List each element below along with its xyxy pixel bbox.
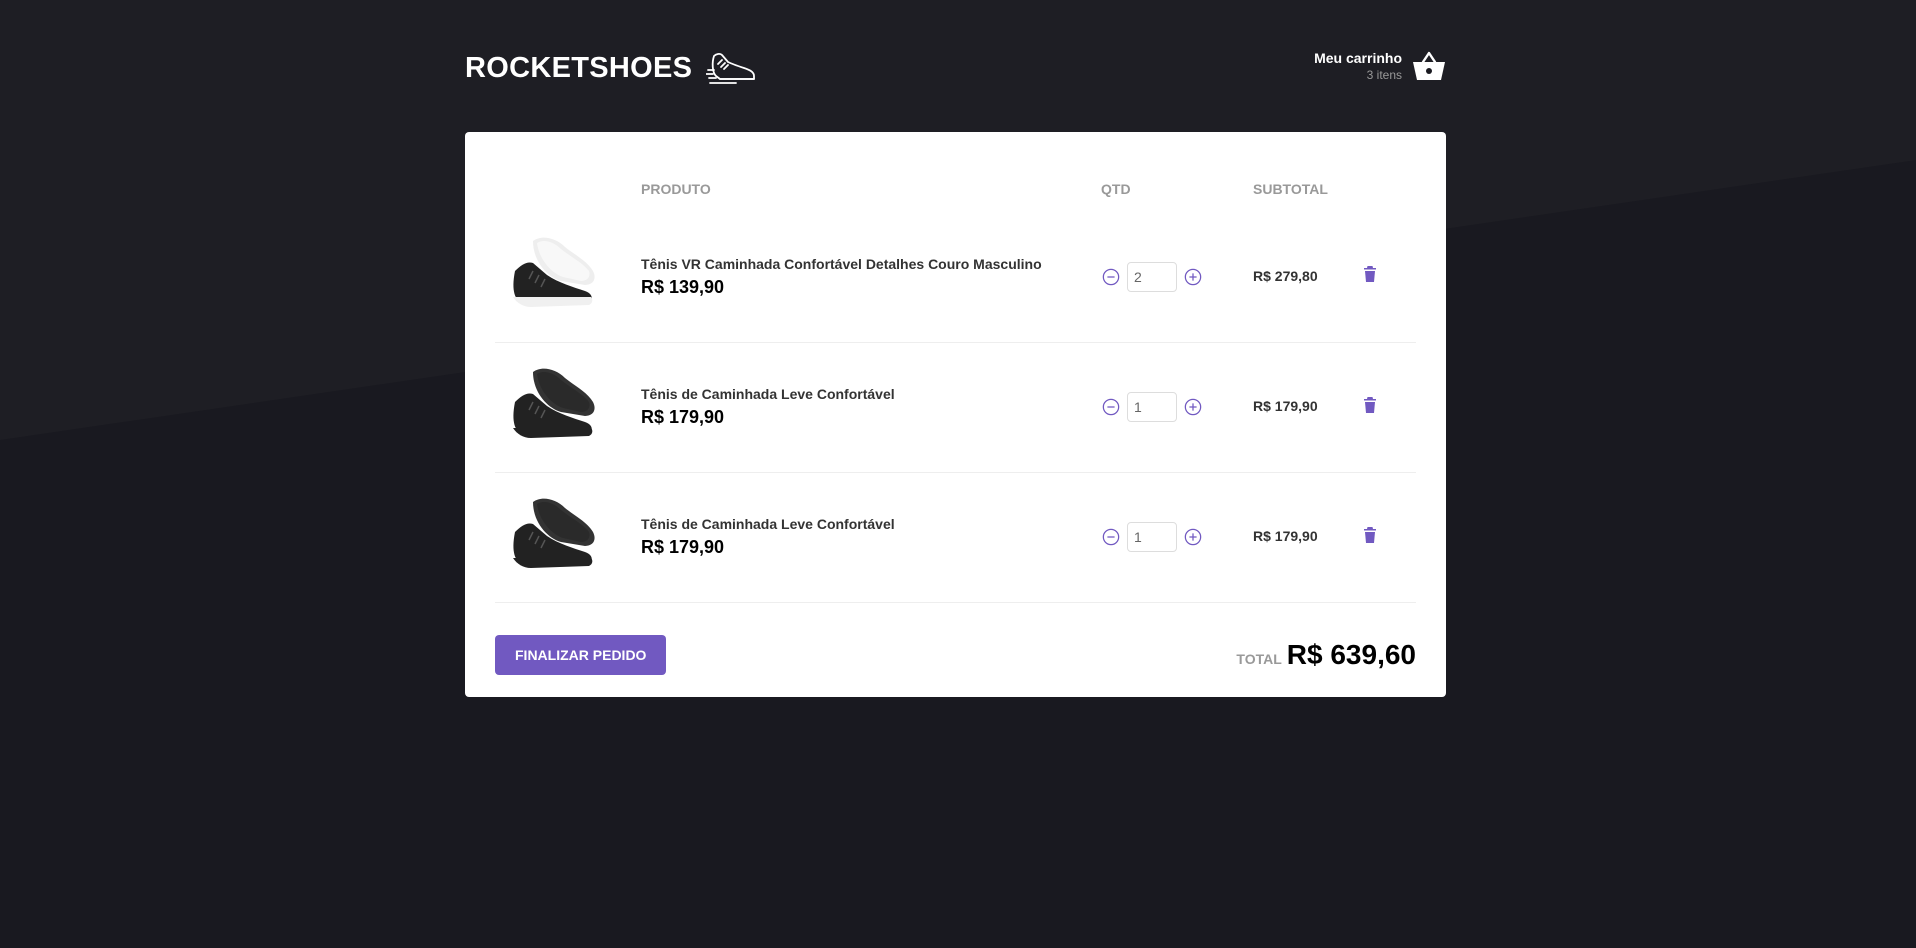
delete-button[interactable] [1363, 526, 1377, 547]
decrement-button[interactable] [1101, 397, 1121, 417]
cart-panel: PRODUTO QTD SUBTOTAL Tênis VR Caminhada … [465, 132, 1446, 697]
product-price: R$ 179,90 [641, 537, 725, 557]
product-image [513, 237, 595, 308]
increment-button[interactable] [1183, 527, 1203, 547]
product-image-cell [495, 472, 629, 603]
shopping-basket-icon [1413, 51, 1445, 80]
trash-icon [1364, 396, 1376, 413]
total-value: R$ 639,60 [1286, 638, 1416, 670]
delete-button[interactable] [1363, 265, 1377, 286]
product-table: PRODUTO QTD SUBTOTAL Tênis VR Caminhada … [495, 162, 1416, 603]
cart-title: Meu carrinho [1314, 50, 1402, 66]
subtotal-cell: R$ 179,90 [1241, 342, 1351, 473]
plus-circle-icon [1184, 268, 1202, 286]
column-header-actions [1351, 162, 1416, 212]
quantity-stepper [1101, 522, 1229, 552]
trash-icon [1364, 526, 1376, 543]
subtotal-cell: R$ 179,90 [1241, 472, 1351, 603]
quantity-input[interactable] [1127, 522, 1177, 552]
decrement-button[interactable] [1101, 267, 1121, 287]
page-container: ROCKETSHOES Meu carrinho 3 itens PRODUTO… [465, 0, 1446, 697]
running-shoe-icon [706, 53, 756, 84]
subtotal-value: R$ 179,90 [1253, 528, 1318, 544]
product-image [513, 498, 595, 568]
product-price: R$ 179,90 [641, 407, 725, 427]
column-header-product: PRODUTO [641, 181, 711, 197]
subtotal-cell: R$ 279,80 [1241, 212, 1351, 343]
quantity-stepper [1101, 392, 1229, 422]
delete-button[interactable] [1363, 396, 1377, 417]
actions-cell [1351, 212, 1416, 343]
table-header-row: PRODUTO QTD SUBTOTAL [495, 162, 1416, 212]
product-image-cell [495, 212, 629, 343]
cart-summary: Meu carrinho 3 itens [1314, 50, 1402, 82]
minus-circle-icon [1102, 398, 1120, 416]
minus-circle-icon [1102, 268, 1120, 286]
table-row: Tênis VR Caminhada Confortável Detalhes … [495, 212, 1416, 343]
column-header-image [495, 162, 629, 212]
product-info-cell: Tênis de Caminhada Leve Confortável R$ 1… [629, 342, 1089, 473]
product-image-cell [495, 342, 629, 473]
product-info-cell: Tênis VR Caminhada Confortável Detalhes … [629, 212, 1089, 343]
plus-circle-icon [1184, 398, 1202, 416]
product-info-cell: Tênis de Caminhada Leve Confortável R$ 1… [629, 472, 1089, 603]
table-row: Tênis de Caminhada Leve Confortável R$ 1… [495, 472, 1416, 603]
column-header-qty: QTD [1101, 181, 1131, 197]
decrement-button[interactable] [1101, 527, 1121, 547]
cart-count: 3 itens [1366, 68, 1402, 82]
logo-text: ROCKETSHOES [465, 51, 693, 84]
quantity-input[interactable] [1127, 261, 1177, 292]
cart-footer: FINALIZAR PEDIDO TOTAL R$ 639,60 [495, 634, 1416, 675]
logo[interactable]: ROCKETSHOES [465, 48, 758, 88]
quantity-stepper [1101, 261, 1229, 292]
qty-cell [1089, 472, 1241, 603]
increment-button[interactable] [1183, 267, 1203, 287]
qty-cell [1089, 342, 1241, 473]
subtotal-value: R$ 279,80 [1253, 267, 1318, 284]
actions-cell [1351, 342, 1416, 473]
header: ROCKETSHOES Meu carrinho 3 itens [465, 0, 1446, 132]
minus-circle-icon [1102, 528, 1120, 546]
total: TOTAL R$ 639,60 [1236, 639, 1416, 671]
increment-button[interactable] [1183, 397, 1203, 417]
total-label: TOTAL [1236, 650, 1282, 667]
qty-cell [1089, 212, 1241, 343]
product-image [513, 368, 595, 438]
column-header-subtotal: SUBTOTAL [1253, 181, 1328, 197]
subtotal-value: R$ 179,90 [1253, 398, 1318, 414]
checkout-button[interactable]: FINALIZAR PEDIDO [495, 634, 667, 675]
cart-link[interactable]: Meu carrinho 3 itens [1314, 50, 1446, 82]
product-name: Tênis de Caminhada Leve Confortável [641, 516, 895, 532]
product-price: R$ 139,90 [641, 276, 725, 297]
actions-cell [1351, 472, 1416, 603]
table-row: Tênis de Caminhada Leve Confortável R$ 1… [495, 342, 1416, 473]
product-name: Tênis VR Caminhada Confortável Detalhes … [641, 255, 1042, 272]
plus-circle-icon [1184, 528, 1202, 546]
trash-icon [1364, 266, 1376, 283]
quantity-input[interactable] [1127, 392, 1177, 422]
product-name: Tênis de Caminhada Leve Confortável [641, 386, 895, 402]
